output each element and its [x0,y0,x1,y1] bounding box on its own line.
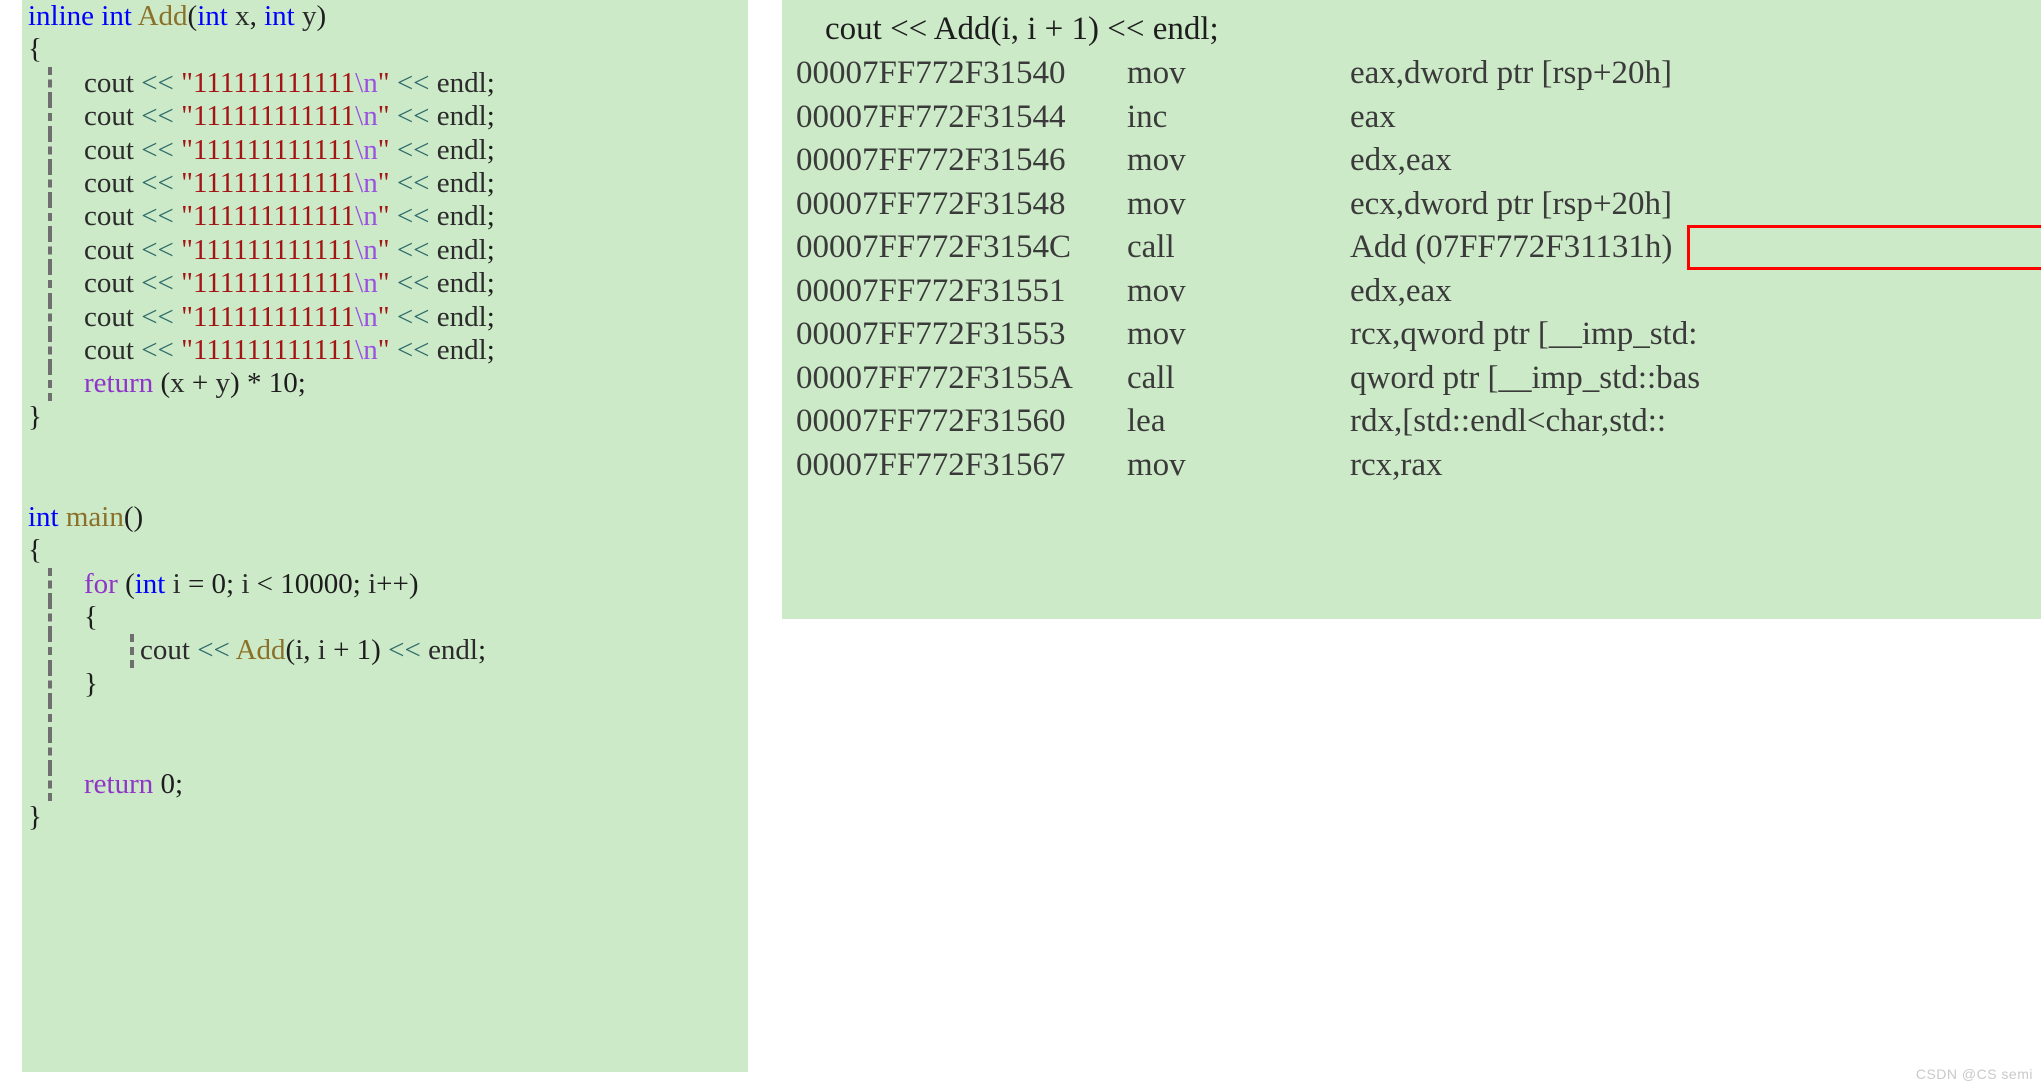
code-line-cout-4[interactable]: cout << "111111111111\n" << endl; [22,166,748,201]
code-line-text: return (x + y) * 10; [84,367,306,400]
code-line-text: cout << "111111111111\n" << endl; [84,200,495,233]
code-line-cout-2[interactable]: cout << "111111111111\n" << endl; [22,100,748,134]
code-line-text: cout << "111111111111\n" << endl; [84,133,495,166]
instruction-mnemonic: mov [1127,316,1186,352]
disassembly-row[interactable]: 00007FF772F31544 inc eax [782,96,2041,140]
code-line-text: int main() [28,500,144,533]
code-line-for-body-cout[interactable]: cout << Add(i, i + 1) << endl; [22,634,748,669]
instruction-operands: eax,dword ptr [rsp+20h] [1350,55,1672,91]
instruction-mnemonic: mov [1127,55,1186,91]
code-line-text: } [28,801,42,834]
disassembly-row[interactable]: 00007FF772F31553 mov rcx,qword ptr [__imp_… [782,313,2041,357]
instruction-mnemonic: mov [1127,272,1186,309]
instruction-address: 00007FF772F31551 [796,272,1066,309]
code-line-blank-3[interactable] [22,701,748,735]
instruction-address: 00007FF772F31553 [796,316,1066,352]
disassembly-row-list: 00007FF772F31540 mov eax,dword ptr [rsp+20… [782,52,2041,487]
code-line-fn-signature[interactable]: inline int Add(int x, int y) [22,0,748,33]
instruction-operands: qword ptr [__imp_std::bas [1350,359,1701,396]
code-line-text: cout << "111111111111\n" << endl; [84,66,495,99]
instruction-mnemonic: mov [1127,446,1186,483]
source-code-panel[interactable]: inline int Add(int x, int y){cout << "11… [22,0,748,1072]
disassembly-row[interactable]: 00007FF772F31551 mov edx,eax [782,270,2041,314]
disassembly-row[interactable]: 00007FF772F31540 mov eax,dword ptr [rsp+20… [782,52,2041,96]
disassembly-source-echo-line: cout << Add(i, i + 1) << endl; [792,11,1219,47]
code-line-main-return[interactable]: return 0; [22,767,748,802]
watermark: CSDN @CS semi [1915,1066,2033,1082]
code-line-text: cout << "111111111111\n" << endl; [84,233,495,266]
code-line-blank-4[interactable] [22,734,748,769]
disassembly-panel[interactable]: cout << Add(i, i + 1) << endl; 00007FF77… [782,0,2041,619]
code-line-for-header[interactable]: for (int i = 0; i < 10000; i++) [22,567,748,602]
source-code-line-list: inline int Add(int x, int y){cout << "11… [22,0,748,835]
code-line-text: { [84,601,98,634]
disassembly-row[interactable]: 00007FF772F31548 mov ecx,dword ptr [rsp+20… [782,183,2041,227]
disassembly-row[interactable]: 00007FF772F31546 mov edx,eax [782,139,2041,183]
instruction-address: 00007FF772F31548 [796,185,1066,222]
instruction-mnemonic: inc [1127,98,1168,135]
code-line-text: cout << "111111111111\n" << endl; [84,166,495,199]
code-line-cout-3[interactable]: cout << "111111111111\n" << endl; [22,133,748,168]
code-line-cout-5[interactable]: cout << "111111111111\n" << endl; [22,200,748,235]
code-line-text: cout << "111111111111\n" << endl; [84,333,495,366]
code-line-for-close-brace[interactable]: } [22,667,748,702]
instruction-operands: edx,eax [1350,272,1452,309]
instruction-operands: ecx,dword ptr [rsp+20h] [1350,185,1672,222]
code-line-text: { [28,534,42,567]
code-line-main-open-brace[interactable]: { [22,534,748,567]
instruction-address: 00007FF772F31544 [796,98,1066,135]
code-line-text: for (int i = 0; i < 10000; i++) [84,567,419,600]
instruction-operands: eax [1350,98,1396,135]
code-line-text: cout << Add(i, i + 1) << endl; [140,634,487,667]
disassembly-row[interactable]: 00007FF772F3154C call Add (07FF772F31131h) [782,226,2041,270]
code-line-text: { [28,33,42,66]
instruction-operands: rcx,qword ptr [__imp_std: [1350,316,1698,352]
code-line-text: } [28,400,42,433]
instruction-mnemonic: lea [1127,403,1166,439]
instruction-mnemonic: call [1127,229,1175,265]
code-line-text: inline int Add(int x, int y) [28,0,327,32]
code-line-blank-2[interactable] [22,467,748,500]
code-line-fn-close-brace[interactable]: } [22,401,748,434]
instruction-address: 00007FF772F31546 [796,142,1066,178]
code-line-main-signature[interactable]: int main() [22,501,748,534]
instruction-address: 00007FF772F3155A [796,359,1073,396]
code-line-fn-open-brace[interactable]: { [22,33,748,66]
code-line-cout-1[interactable]: cout << "111111111111\n" << endl; [22,66,748,101]
code-line-text: } [84,667,98,700]
instruction-mnemonic: mov [1127,142,1186,178]
code-line-text: cout << "111111111111\n" << endl; [84,267,495,300]
code-line-text: return 0; [84,767,184,800]
instruction-address: 00007FF772F31540 [796,55,1066,91]
code-line-blank-1[interactable] [22,434,748,467]
code-line-cout-6[interactable]: cout << "111111111111\n" << endl; [22,233,748,268]
instruction-operands: rcx,rax [1350,446,1443,483]
instruction-mnemonic: mov [1127,185,1186,222]
code-line-fn-return[interactable]: return (x + y) * 10; [22,367,748,402]
code-line-text: cout << "111111111111\n" << endl; [84,100,495,133]
code-line-cout-7[interactable]: cout << "111111111111\n" << endl; [22,267,748,301]
code-line-text: cout << "111111111111\n" << endl; [84,300,495,333]
instruction-operands: rdx,[std::endl<char,std:: [1350,403,1667,439]
instruction-operands: edx,eax [1350,142,1452,178]
disassembly-row[interactable]: 00007FF772F3155A call qword ptr [__imp_std… [782,357,2041,401]
code-line-cout-9[interactable]: cout << "111111111111\n" << endl; [22,333,748,368]
instruction-address: 00007FF772F31560 [796,403,1066,439]
instruction-address: 00007FF772F3154C [796,229,1072,265]
code-line-cout-8[interactable]: cout << "111111111111\n" << endl; [22,300,748,335]
instruction-operands: Add (07FF772F31131h) [1350,229,1673,265]
disassembly-row[interactable]: 00007FF772F31567 mov rcx,rax [782,444,2041,488]
instruction-address: 00007FF772F31567 [796,446,1066,483]
code-line-main-close-brace[interactable]: } [22,801,748,834]
code-line-for-open-brace[interactable]: { [22,601,748,635]
instruction-mnemonic: call [1127,359,1175,396]
disassembly-row[interactable]: 00007FF772F31560 lea rdx,[std::endl<char,s… [782,400,2041,444]
